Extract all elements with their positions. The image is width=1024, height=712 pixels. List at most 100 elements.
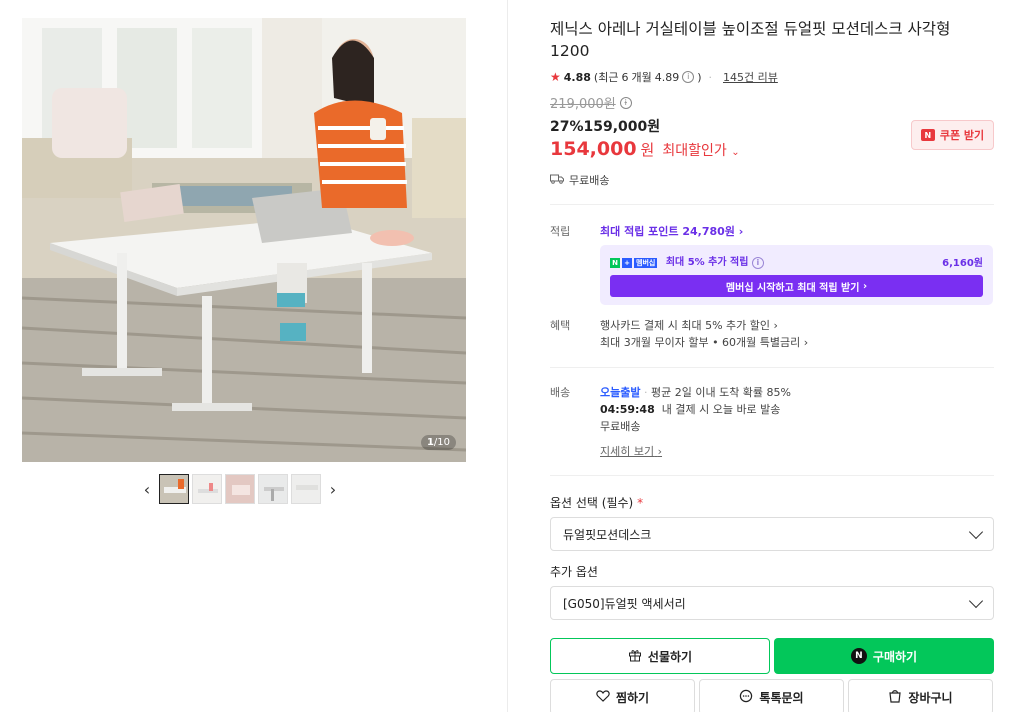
naver-plus-badge: N + 멤버십 xyxy=(610,258,658,268)
separator: · xyxy=(708,70,713,84)
today-shipping: 오늘출발 xyxy=(600,386,641,399)
membership-box: N + 멤버십 최대 5% 추가 적립 i 6,160원 멤버십 시작하고 최대… xyxy=(600,245,993,305)
membership-badge-text: 멤버십 xyxy=(634,258,658,268)
divider xyxy=(550,475,994,476)
chevron-right-icon: › xyxy=(862,280,868,292)
shipping-info: 무료배송 xyxy=(550,172,994,188)
coupon-label: 쿠폰 받기 xyxy=(939,129,985,142)
countdown-text: 내 결제 시 오늘 바로 발송 xyxy=(661,403,781,416)
delivery-row: 배송 오늘출발 · 평균 2일 이내 도착 확률 85% 04:59:48 내 … xyxy=(550,384,994,459)
gift-button[interactable]: 선물하기 xyxy=(550,638,770,674)
detail-link[interactable]: 지세히 보기 › xyxy=(600,443,994,459)
required-option-select[interactable]: 듀얼핏모션데스크 xyxy=(550,517,994,551)
extra-option-select[interactable]: [G050]듀얼핏 액세서리 xyxy=(550,586,994,620)
recent-months: 6 xyxy=(621,70,629,84)
chat-icon xyxy=(739,689,753,706)
gift-label: 선물하기 xyxy=(647,649,693,664)
chevron-right-icon: › xyxy=(773,319,778,332)
naver-n-icon: N xyxy=(610,258,620,268)
primary-actions: 선물하기 N 구매하기 xyxy=(550,638,994,674)
countdown-time: 04:59:48 xyxy=(600,403,655,416)
benefit-row: 혜택 행사카드 결제 시 최대 5% 추가 할인 › 최대 3개월 무이자 할부… xyxy=(550,317,994,351)
buy-label: 구매하기 xyxy=(872,649,918,664)
talk-button[interactable]: 톡톡문의 xyxy=(699,679,844,712)
thumbnail[interactable] xyxy=(159,474,189,504)
member-extra-text: 최대 5% 추가 적립 xyxy=(665,257,749,268)
required-option-value: 듀얼핏모션데스크 xyxy=(563,527,652,542)
rating-score: 4.88 xyxy=(563,70,591,84)
card-benefit-link[interactable]: 행사카드 결제 시 최대 5% 추가 할인 › xyxy=(600,317,994,334)
points-row: 적립 최대 적립 포인트 24,780원 › N + 멤버십 최대 5% 추가 … xyxy=(550,223,994,305)
required-option-text: 옵션 선택 (필수) xyxy=(550,496,634,510)
recent-suffix: ) xyxy=(697,70,702,84)
secondary-actions: 찜하기 톡톡문의 장바구니 xyxy=(550,679,994,712)
plus-icon: + xyxy=(622,258,632,268)
image-counter: 1/10 xyxy=(420,435,456,450)
thumb-next-arrow-icon[interactable]: › xyxy=(324,474,342,504)
max-discount-label: 최대할인가 xyxy=(662,143,727,159)
review-count-link[interactable]: 145건 리뷰 xyxy=(723,69,778,85)
wish-button[interactable]: 찜하기 xyxy=(550,679,695,712)
main-product-image[interactable]: 1/10 xyxy=(22,18,466,462)
divider xyxy=(550,204,994,205)
member-info-icon[interactable]: i xyxy=(751,257,764,269)
cart-button[interactable]: 장바구니 xyxy=(848,679,993,712)
recent-prefix: (최근 xyxy=(593,71,619,84)
required-mark: * xyxy=(637,496,644,510)
membership-button[interactable]: 멤버십 시작하고 최대 적립 받기 › xyxy=(610,275,983,297)
installment-text: 최대 3개월 무이자 할부 • 60개월 특별금리 xyxy=(600,336,801,349)
star-icon: ★ xyxy=(550,70,561,84)
cart-icon xyxy=(888,689,902,706)
coupon-button[interactable]: N 쿠폰 받기 xyxy=(911,120,994,150)
avg-arrival-text: 평균 2일 이내 도착 확률 85% xyxy=(650,386,791,399)
image-counter-current: 1 xyxy=(426,437,434,448)
info-icon[interactable]: i xyxy=(682,71,695,83)
required-option-label: 옵션 선택 (필수) * xyxy=(550,494,994,511)
product-info: 제닉스 아레나 거실테이블 높이조절 듀얼핏 모션데스크 사각형 1200 ★ … xyxy=(550,18,994,712)
product-page: 1/10 ‹ › 제닉스 아레나 거실테이블 높이조절 듀얼핏 모션데스크 사각… xyxy=(0,0,1024,712)
member-amount: 6,160원 xyxy=(942,257,983,269)
thumbnail-strip: ‹ › xyxy=(138,474,342,504)
chevron-right-icon: › xyxy=(738,225,744,238)
original-price-value: 219,000원 xyxy=(550,97,616,112)
cart-label: 장바구니 xyxy=(908,690,953,705)
wish-label: 찜하기 xyxy=(615,690,650,705)
column-divider xyxy=(507,0,508,712)
recent-score: 4.89 xyxy=(654,70,680,84)
thumbnail[interactable] xyxy=(225,474,255,504)
rating-row: ★ 4.88 (최근 6 개월 4.89 i) · 145건 리뷰 xyxy=(550,69,994,85)
chevron-down-icon xyxy=(968,524,984,539)
thumb-prev-arrow-icon[interactable]: ‹ xyxy=(138,474,156,504)
thumbnail[interactable] xyxy=(192,474,222,504)
heart-icon xyxy=(596,689,610,705)
truck-icon xyxy=(550,174,564,187)
thumbnail[interactable] xyxy=(258,474,288,504)
installment-link[interactable]: 최대 3개월 무이자 할부 • 60개월 특별금리 › xyxy=(600,334,994,351)
buy-button[interactable]: N 구매하기 xyxy=(774,638,994,674)
talk-label: 톡톡문의 xyxy=(759,690,804,705)
detail-link-text: 지세히 보기 xyxy=(600,445,655,458)
benefit-label: 혜택 xyxy=(550,319,571,332)
price-info-icon[interactable]: i xyxy=(619,96,632,109)
shipping-text: 무료배송 xyxy=(569,174,610,187)
divider xyxy=(550,367,994,368)
gift-icon xyxy=(628,648,642,665)
points-label: 적립 xyxy=(550,225,571,238)
coupon-n-icon: N xyxy=(920,129,935,141)
thumbnail[interactable] xyxy=(291,474,321,504)
delivery-label: 배송 xyxy=(550,386,571,399)
max-point-text: 최대 적립 포인트 24,780원 xyxy=(600,225,735,238)
final-price-unit: 원 xyxy=(640,141,655,159)
max-discount-link[interactable]: 최대할인가 ⌄ xyxy=(662,140,739,160)
max-point-link[interactable]: 최대 적립 포인트 24,780원 › xyxy=(600,223,994,239)
card-benefit-text: 행사카드 결제 시 최대 5% 추가 할인 xyxy=(600,319,770,332)
image-counter-total: /10 xyxy=(433,437,450,448)
extra-option-value: [G050]듀얼핏 액세서리 xyxy=(563,596,686,611)
original-price: 219,000원 i xyxy=(550,93,994,112)
chevron-down-icon xyxy=(968,593,984,608)
recent-mid: 개월 xyxy=(631,71,652,84)
naver-pay-icon: N xyxy=(850,648,867,664)
chevron-right-icon: › xyxy=(803,336,809,349)
product-photo xyxy=(22,18,466,462)
free-shipping: 무료배송 xyxy=(600,420,641,433)
